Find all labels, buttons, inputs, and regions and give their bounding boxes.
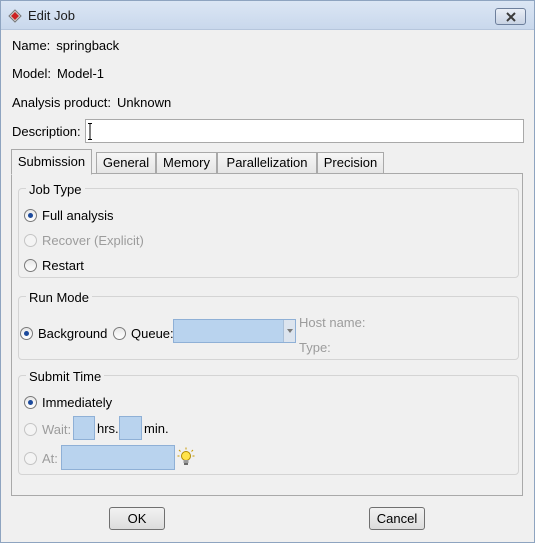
hrs-label: hrs. [97, 421, 119, 436]
tab-memory[interactable]: Memory [156, 152, 217, 174]
background-radio[interactable] [20, 327, 33, 340]
wait-option: Wait: [24, 422, 71, 437]
tab-general[interactable]: General [96, 152, 156, 174]
ok-button[interactable]: OK [109, 507, 165, 530]
wait-label: Wait: [42, 422, 72, 437]
name-label: Name: [12, 38, 51, 53]
immediately-option[interactable]: Immediately [24, 395, 112, 410]
queue-label: Queue: [131, 326, 174, 341]
queue-radio[interactable] [113, 327, 126, 340]
type-label: Type: [299, 340, 331, 355]
close-button[interactable] [495, 8, 526, 25]
tab-precision[interactable]: Precision [317, 152, 384, 174]
model-label: Model: [12, 66, 52, 81]
dialog-body: Name: springback Model: Model-1 Analysis p… [2, 31, 533, 542]
run-mode-title: Run Mode [26, 290, 92, 305]
tab-submission[interactable]: Submission [11, 149, 92, 175]
full-analysis-radio[interactable] [24, 209, 37, 222]
name-value: springback [56, 38, 120, 53]
analysis-product-value: Unknown [117, 95, 172, 110]
queue-option[interactable]: Queue: [113, 326, 174, 341]
immediately-label: Immediately [42, 395, 113, 410]
analysis-product-row: Analysis product: Unknown [12, 95, 171, 110]
wait-radio [24, 423, 37, 436]
wait-minutes-input[interactable] [119, 416, 142, 440]
restart-option[interactable]: Restart [24, 258, 84, 273]
recover-explicit-radio [24, 234, 37, 247]
submission-panel: Job Type Full analysis Recover (Explicit… [11, 173, 523, 496]
at-label: At: [42, 451, 58, 466]
recover-explicit-label: Recover (Explicit) [42, 233, 144, 248]
at-option: At: [24, 451, 58, 466]
tab-parallelization[interactable]: Parallelization [217, 152, 317, 174]
model-value: Model-1 [57, 66, 104, 81]
analysis-product-label: Analysis product: [12, 95, 111, 110]
at-radio [24, 452, 37, 465]
full-analysis-label: Full analysis [42, 208, 114, 223]
name-row: Name: springback [12, 38, 119, 53]
full-analysis-option[interactable]: Full analysis [24, 208, 114, 223]
at-time-input[interactable] [61, 445, 175, 470]
close-icon [506, 12, 516, 22]
immediately-radio[interactable] [24, 396, 37, 409]
lightbulb-icon[interactable] [177, 447, 195, 467]
wait-hours-input[interactable] [73, 416, 95, 440]
min-label: min. [144, 421, 169, 436]
host-name-label: Host name: [299, 315, 366, 330]
model-row: Model: Model-1 [12, 66, 104, 81]
background-option[interactable]: Background [20, 326, 107, 341]
abaqus-app-icon [8, 9, 22, 23]
edit-job-dialog: Edit Job Name: springback Model: Model-1 A… [0, 0, 535, 543]
chevron-down-icon[interactable] [283, 320, 295, 342]
cancel-button[interactable]: Cancel [369, 507, 425, 530]
restart-radio[interactable] [24, 259, 37, 272]
background-label: Background [38, 326, 108, 341]
recover-explicit-option: Recover (Explicit) [24, 233, 144, 248]
text-cursor-icon [88, 123, 92, 140]
queue-select[interactable] [173, 319, 296, 343]
submit-time-title: Submit Time [26, 369, 105, 384]
job-type-title: Job Type [26, 182, 85, 197]
description-input[interactable] [85, 119, 524, 143]
restart-label: Restart [42, 258, 84, 273]
description-label: Description: [12, 124, 81, 139]
title-bar[interactable]: Edit Job [1, 1, 534, 30]
window-title: Edit Job [28, 8, 75, 23]
